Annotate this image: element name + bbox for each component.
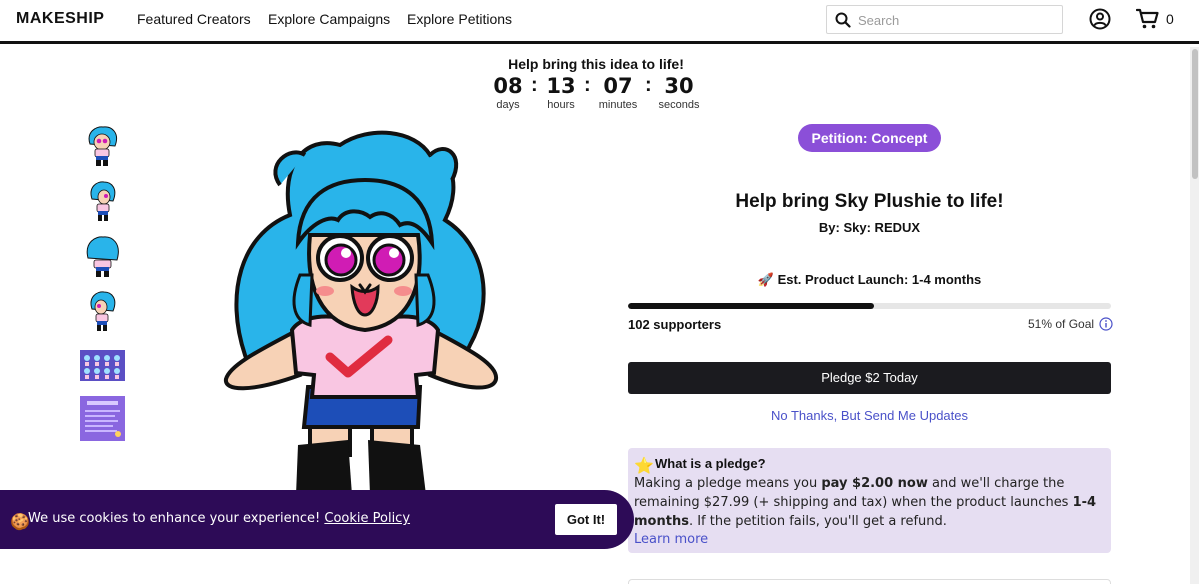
cart-icon[interactable] bbox=[1135, 8, 1160, 35]
pledge-button[interactable]: Pledge $2 Today bbox=[628, 362, 1111, 394]
rocket-icon: 🚀 bbox=[757, 272, 774, 287]
page: MAKESHIP Featured Creators Explore Campa… bbox=[0, 0, 1199, 584]
creator-byline[interactable]: By: Sky: REDUX bbox=[628, 220, 1111, 235]
countdown-separator: : bbox=[584, 74, 591, 96]
account-icon[interactable] bbox=[1089, 8, 1111, 35]
top-navbar: MAKESHIP Featured Creators Explore Campa… bbox=[0, 0, 1199, 44]
nav-explore-campaigns[interactable]: Explore Campaigns bbox=[268, 11, 390, 27]
product-title: Help bring Sky Plushie to life! bbox=[735, 191, 1004, 212]
countdown-hours-label: hours bbox=[547, 99, 575, 111]
search-icon bbox=[835, 12, 851, 33]
product-image bbox=[220, 125, 510, 495]
product-launch-text: Est. Product Launch: 1-4 months bbox=[777, 272, 982, 287]
info-icon[interactable] bbox=[1099, 317, 1113, 336]
countdown-seconds: 30 seconds bbox=[654, 75, 704, 111]
countdown-title: Help bring this idea to life! bbox=[508, 56, 684, 72]
cookie-policy-link[interactable]: Cookie Policy bbox=[324, 511, 410, 526]
makeship-logo[interactable]: MAKESHIP bbox=[16, 10, 104, 28]
search-input[interactable]: Search bbox=[826, 5, 1063, 34]
learn-more-link[interactable]: Learn more bbox=[634, 532, 708, 547]
pledge-info-box: ⭐ What is a pledge? Making a pledge mean… bbox=[628, 448, 1111, 553]
cookie-accept-button[interactable]: Got It! bbox=[555, 504, 617, 535]
pledge-info-text-3: . If the petition fails, you'll get a re… bbox=[688, 514, 947, 529]
thumbnail-5[interactable] bbox=[80, 344, 125, 389]
search-placeholder: Search bbox=[858, 13, 900, 28]
cookie-icon: 🍪 bbox=[10, 514, 30, 531]
scrollbar-thumb[interactable] bbox=[1192, 49, 1198, 179]
countdown-separator: : bbox=[645, 74, 652, 96]
goal-progress-fill bbox=[628, 303, 875, 309]
goal-percentage: 51% of Goal bbox=[1028, 317, 1095, 331]
thumbnail-2[interactable] bbox=[80, 179, 125, 224]
countdown-seconds-value: 30 bbox=[664, 74, 694, 98]
countdown-seconds-label: seconds bbox=[658, 99, 700, 111]
cookie-banner: 🍪 We use cookies to enhance your experie… bbox=[0, 490, 634, 549]
pledge-info-text: Making a pledge means you pay $2.00 now … bbox=[634, 474, 1106, 531]
star-icon: ⭐ bbox=[634, 458, 654, 475]
cookie-message: We use cookies to enhance your experienc… bbox=[28, 511, 410, 526]
countdown-minutes: 07 minutes bbox=[594, 75, 642, 111]
cookie-message-text: We use cookies to enhance your experienc… bbox=[28, 511, 325, 526]
countdown-minutes-label: minutes bbox=[598, 99, 638, 111]
nav-featured-creators[interactable]: Featured Creators bbox=[137, 11, 251, 27]
thumbnail-3[interactable] bbox=[80, 234, 125, 279]
countdown-hours: 13 hours bbox=[542, 75, 580, 111]
pledge-info-text-1: Making a pledge means you bbox=[634, 476, 822, 491]
countdown-separator: : bbox=[531, 74, 538, 96]
pledge-info-amount: pay $2.00 now bbox=[821, 476, 928, 491]
thumbnail-1[interactable] bbox=[80, 124, 125, 169]
countdown-hours-value: 13 bbox=[546, 74, 576, 98]
goal-progress-bar bbox=[628, 303, 1111, 309]
cart-count: 0 bbox=[1166, 11, 1174, 27]
countdown-days-label: days bbox=[496, 99, 520, 111]
countdown-minutes-value: 07 bbox=[603, 74, 633, 98]
thumbnail-4[interactable] bbox=[80, 289, 125, 334]
thumbnail-6[interactable] bbox=[80, 396, 125, 441]
countdown-days-value: 08 bbox=[493, 74, 523, 98]
petition-status-badge: Petition: Concept bbox=[798, 124, 941, 152]
next-section-card bbox=[628, 579, 1111, 584]
pledge-info-question: What is a pledge? bbox=[655, 456, 766, 471]
product-launch-estimate: 🚀 Est. Product Launch: 1-4 months bbox=[628, 272, 1111, 288]
supporters-count: 102 supporters bbox=[628, 317, 722, 332]
send-updates-link[interactable]: No Thanks, But Send Me Updates bbox=[628, 408, 1111, 423]
countdown-days: 08 days bbox=[492, 75, 524, 111]
nav-explore-petitions[interactable]: Explore Petitions bbox=[407, 11, 512, 27]
